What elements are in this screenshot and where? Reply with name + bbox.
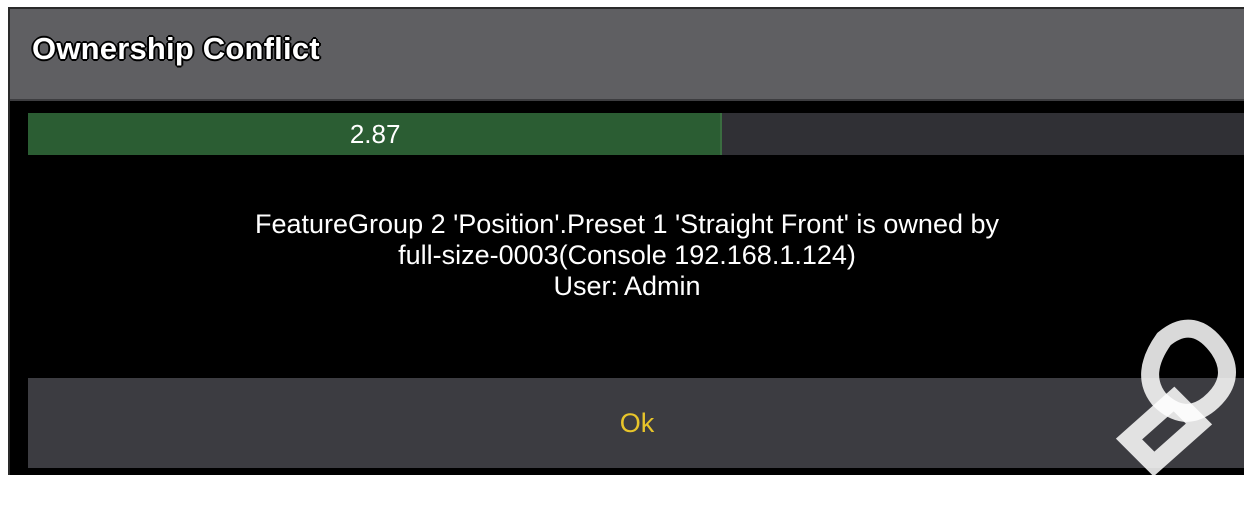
message-line-user: User: Admin — [10, 271, 1244, 302]
message-line-owner: FeatureGroup 2 'Position'.Preset 1 'Stra… — [10, 209, 1244, 240]
conflict-message: FeatureGroup 2 'Position'.Preset 1 'Stra… — [10, 209, 1244, 302]
message-line-station: full-size-0003(Console 192.168.1.124) — [10, 240, 1244, 271]
dialog-titlebar[interactable]: Ownership Conflict — [10, 9, 1244, 101]
timeout-progress-bar: 2.87 — [28, 113, 1244, 155]
dialog-title: Ownership Conflict — [32, 31, 320, 67]
timeout-progress-value: 2.87 — [28, 113, 722, 155]
ok-button[interactable]: Ok — [28, 378, 1244, 468]
ownership-conflict-dialog: Ownership Conflict 2.87 FeatureGroup 2 '… — [8, 7, 1244, 475]
